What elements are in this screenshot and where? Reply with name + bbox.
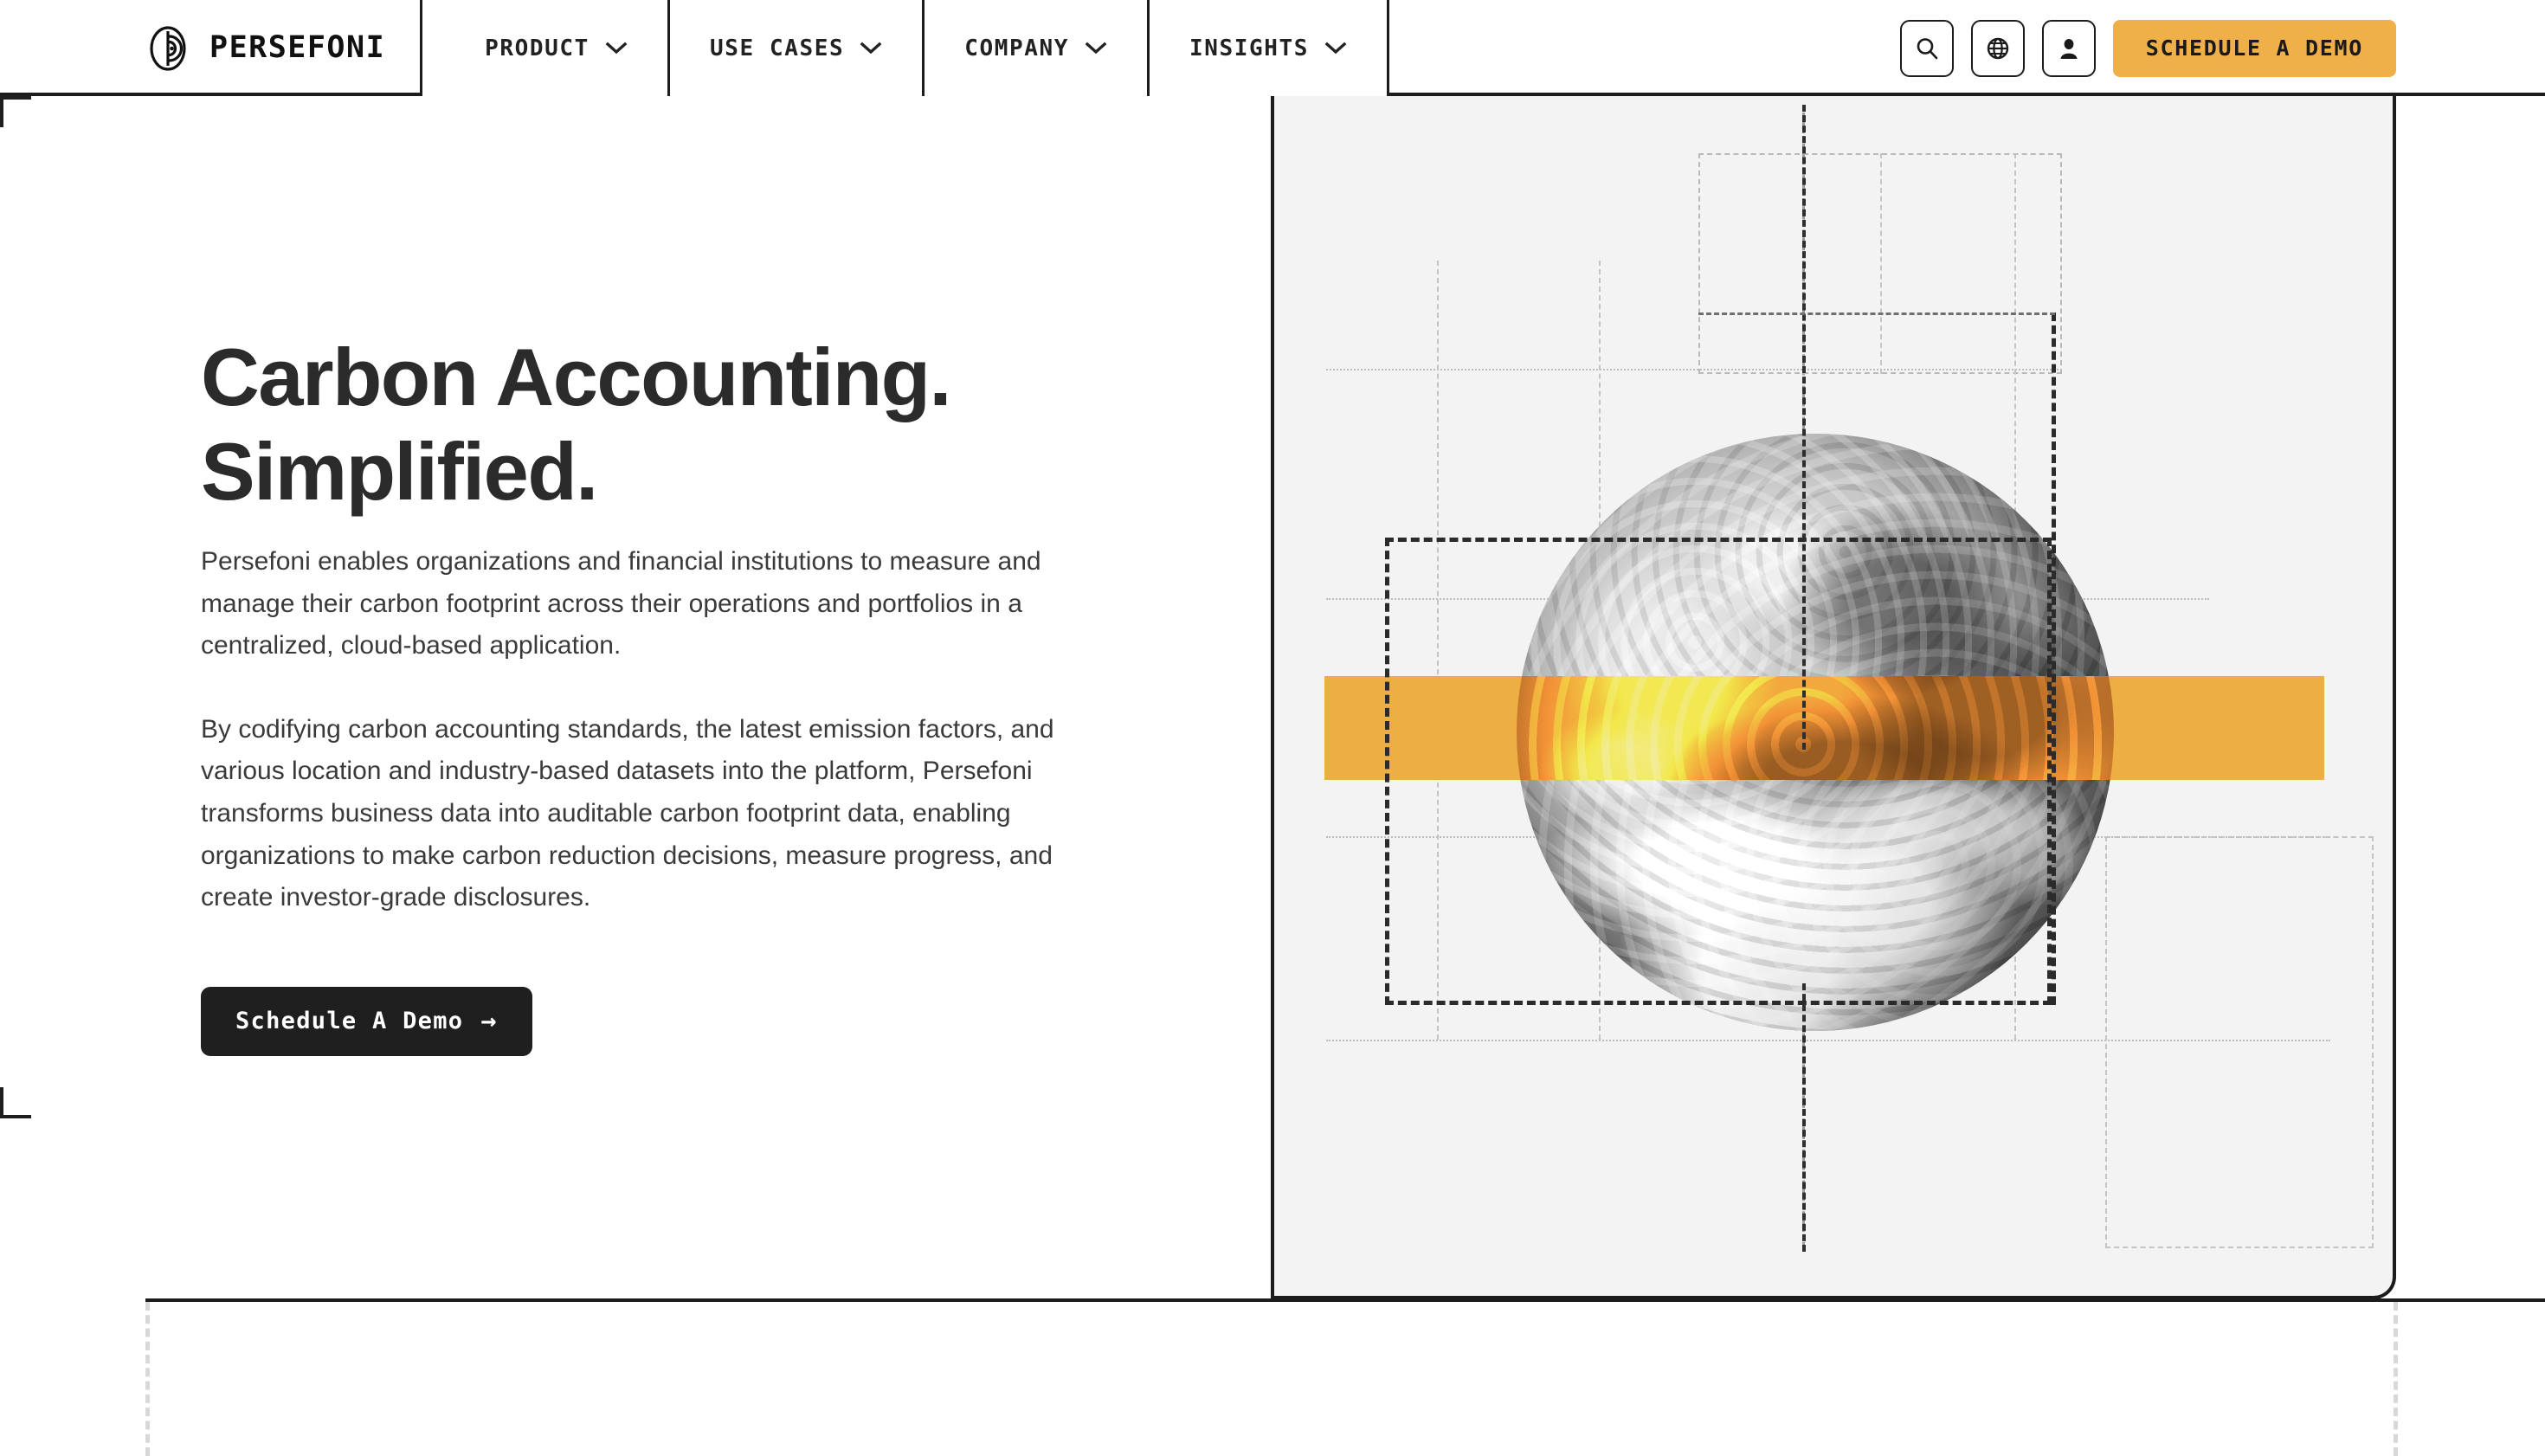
- site-header: PERSEFONI PRODUCT USE CASES COMPANY INSI…: [0, 0, 2545, 96]
- nav-item-insights[interactable]: INSIGHTS: [1150, 0, 1390, 96]
- account-button[interactable]: [2041, 19, 2096, 77]
- nav-item-use-cases[interactable]: USE CASES: [669, 0, 925, 96]
- cta-label: Schedule A Demo: [235, 1008, 464, 1035]
- decorative-grid-front: [1274, 96, 2393, 1296]
- nav-label-use-cases: USE CASES: [709, 35, 845, 61]
- hero-section: Carbon Accounting. Simplified. Persefoni…: [0, 96, 2545, 1302]
- page-title: Carbon Accounting. Simplified.: [201, 330, 1170, 519]
- chevron-down-icon: [1324, 42, 1347, 55]
- nav-label-insights: INSIGHTS: [1189, 35, 1310, 61]
- main-navigation: PRODUCT USE CASES COMPANY INSIGHTS: [422, 0, 1390, 96]
- hero-visual-panel: [1271, 96, 2396, 1299]
- search-icon: [1914, 35, 1940, 61]
- search-button[interactable]: [1899, 19, 1954, 77]
- chevron-down-icon: [1085, 42, 1107, 55]
- chevron-down-icon: [605, 42, 628, 55]
- corner-bracket-top-left: [0, 96, 31, 127]
- corner-bracket-bottom-left: [0, 1087, 31, 1118]
- below-hero-section: [0, 1298, 2545, 1456]
- nav-item-product[interactable]: PRODUCT: [422, 0, 670, 96]
- arrow-right-icon: →: [480, 1005, 498, 1036]
- language-button[interactable]: [1970, 19, 2025, 77]
- guide-line-right: [2394, 1302, 2398, 1456]
- brand-logo[interactable]: PERSEFONI: [0, 0, 423, 96]
- nav-item-company[interactable]: COMPANY: [925, 0, 1150, 96]
- schedule-demo-hero-button[interactable]: Schedule A Demo →: [201, 986, 532, 1056]
- user-icon: [2056, 35, 2082, 61]
- section-divider: [145, 1298, 2545, 1302]
- nav-label-product: PRODUCT: [485, 35, 590, 61]
- headline-line-2: Simplified.: [201, 426, 598, 518]
- schedule-demo-header-button[interactable]: SCHEDULE A DEMO: [2112, 19, 2396, 77]
- chevron-down-icon: [860, 42, 882, 55]
- guide-line-left: [145, 1302, 150, 1456]
- hero-paragraph-2: By codifying carbon accounting standards…: [201, 714, 1054, 912]
- header-actions: SCHEDULE A DEMO: [1899, 0, 2545, 96]
- hero-paragraph-1: Persefoni enables organizations and fina…: [201, 547, 1041, 660]
- headline-line-1: Carbon Accounting.: [201, 332, 952, 422]
- page-root: PERSEFONI PRODUCT USE CASES COMPANY INSI…: [0, 0, 2545, 1456]
- brand-name: PERSEFONI: [209, 30, 386, 65]
- persefoni-circle-mark-icon: [145, 25, 190, 71]
- globe-icon: [1985, 35, 2011, 61]
- nav-label-company: COMPANY: [964, 35, 1069, 61]
- hero-copy: Carbon Accounting. Simplified. Persefoni…: [201, 330, 1170, 1056]
